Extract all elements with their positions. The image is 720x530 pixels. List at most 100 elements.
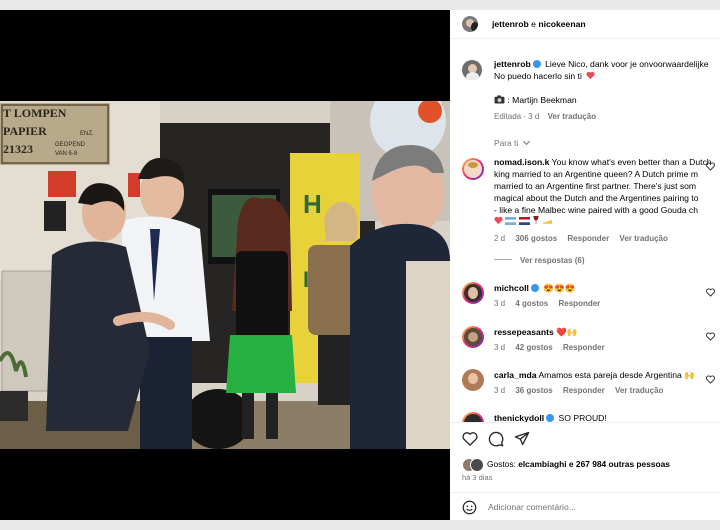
see-translation-link[interactable]: Ver tradução [615, 386, 663, 395]
post-side-panel: jettenrob e nicokeenan jettenrob Lieve N… [450, 10, 720, 520]
post-media: T LOMPEN PAPIER 21323 ENZ. GEOPEND VAN 6… [0, 10, 450, 520]
cheese-icon [542, 220, 552, 224]
post-authors: jettenrob e nicokeenan [492, 18, 586, 30]
avatar[interactable] [462, 16, 478, 32]
view-replies-button[interactable]: Ver respostas (6) [494, 256, 584, 265]
like-icon[interactable] [462, 431, 478, 451]
reply-button[interactable]: Responder [563, 343, 605, 352]
heart-emoji-icon [494, 216, 503, 225]
wine-glass-icon [533, 216, 539, 225]
netherlands-flag-icon [518, 217, 530, 225]
see-translation-link[interactable]: Ver tradução [548, 112, 596, 121]
comment-username[interactable]: nomad.ison.k [494, 157, 549, 167]
avatar[interactable] [470, 458, 484, 472]
comment-likes[interactable]: 306 gostos [515, 234, 557, 243]
comment-meta: 2 d 306 gostos Responder Ver tradução [494, 234, 668, 243]
avatar[interactable] [462, 369, 484, 391]
comment-meta: 3 d 36 gostos Responder Ver tradução [494, 386, 663, 395]
comment-time: 3 d [494, 343, 506, 352]
caption-username[interactable]: jettenrob [494, 59, 531, 69]
avatar[interactable] [462, 326, 484, 348]
comment-emojis [494, 216, 552, 228]
likes-prefix: Gostos: [487, 459, 519, 469]
reply-button[interactable]: Responder [563, 386, 605, 395]
svg-text:T LOMPEN: T LOMPEN [3, 106, 67, 120]
like-comment-icon[interactable] [706, 284, 715, 297]
chevron-down-icon [522, 137, 530, 146]
caption-edited: Editada · 3 d [494, 112, 540, 121]
verified-icon [546, 414, 555, 422]
share-icon[interactable] [514, 431, 530, 451]
emoji-icon[interactable] [462, 500, 477, 520]
comment-line: carla_mda Amamos esta pareja desde Argen… [494, 369, 695, 381]
avatar[interactable] [462, 158, 484, 180]
reply-button[interactable]: Responder [567, 234, 609, 243]
photo-illustration: T LOMPEN PAPIER 21323 ENZ. GEOPEND VAN 6… [0, 101, 450, 449]
reply-button[interactable]: Responder [559, 299, 601, 308]
like-comment-icon[interactable] [706, 328, 715, 341]
comment-time: 2 d [494, 234, 506, 243]
instagram-post-window: T LOMPEN PAPIER 21323 ENZ. GEOPEND VAN 6… [0, 0, 720, 530]
comment-likes[interactable]: 36 gostos [515, 386, 552, 395]
avatar[interactable] [462, 282, 484, 304]
likes-count-link[interactable]: e 267 984 outras pessoas [567, 459, 670, 469]
author-link-2[interactable]: nicokeenan [538, 19, 585, 29]
comment-time: 3 d [494, 386, 506, 395]
comment-text: Amamos esta pareja desde Argentina 🙌 [538, 370, 695, 380]
caption-text-2: No puedo hacerlo sin ti [494, 71, 582, 81]
for-you-label: Para ti [494, 138, 519, 148]
verified-icon [532, 60, 541, 68]
post-header: jettenrob e nicokeenan [450, 10, 720, 39]
like-comment-icon[interactable] [706, 158, 715, 171]
svg-text:GEOPEND: GEOPEND [55, 142, 86, 148]
comment-username[interactable]: ressepeasants [494, 327, 554, 337]
author-link-1[interactable]: jettenrob [492, 19, 529, 29]
post-time: há 3 dias [462, 473, 493, 482]
comment-username[interactable]: michcoll [494, 283, 529, 293]
comment-meta: 3 d 42 gostos Responder [494, 343, 605, 352]
svg-text:H: H [303, 189, 322, 219]
comment-icon[interactable] [488, 431, 504, 452]
caption-meta: Editada · 3 d Ver tradução [494, 112, 596, 121]
comment-line: magical about the Dutch and the Argentin… [494, 193, 699, 203]
verified-icon [530, 284, 539, 292]
camera-icon [494, 95, 505, 104]
comment-text: 😍😍😍 [543, 283, 576, 293]
comment-line: ressepeasants ❤️🙌 [494, 326, 578, 338]
svg-text:VAN 6-8: VAN 6-8 [55, 151, 78, 157]
comment-line: - like a fine Malbec wine paired with a … [494, 205, 698, 215]
credit-text: : Martijn Beekman [507, 95, 577, 105]
comment-line: king married to an Argentine queen? A Du… [494, 169, 698, 179]
for-you-filter[interactable]: Para ti [494, 137, 530, 148]
comment-likes[interactable]: 42 gostos [515, 343, 552, 352]
heart-emoji-icon [586, 71, 595, 80]
caption-line-1: jettenrob Lieve Nico, dank voor je onvoo… [494, 58, 709, 70]
comment-time: 3 d [494, 299, 506, 308]
comment-username[interactable]: carla_mda [494, 370, 537, 380]
comment-line: married to an Argentine first partner. T… [494, 181, 697, 191]
comment-meta: 3 d 4 gostos Responder [494, 299, 600, 308]
post-photo[interactable]: T LOMPEN PAPIER 21323 ENZ. GEOPEND VAN 6… [0, 101, 450, 449]
author-separator: e [528, 19, 539, 29]
replies-line [494, 259, 512, 260]
comment-line: nomad.ison.k You know what's even better… [494, 156, 712, 168]
likes-summary: Gostos: elcambiaghi e 267 984 outras pes… [487, 458, 670, 470]
comment-input[interactable]: Adicionar comentário... [488, 501, 576, 513]
see-translation-link[interactable]: Ver tradução [619, 234, 667, 243]
svg-text:ENZ.: ENZ. [80, 131, 94, 137]
comment-text: ❤️🙌 [556, 327, 578, 337]
comment-line: michcoll 😍😍😍 [494, 282, 575, 294]
avatar[interactable] [462, 60, 482, 80]
view-replies-label: Ver respostas (6) [520, 256, 585, 265]
like-comment-icon[interactable] [706, 371, 715, 384]
caption-line-2: No puedo hacerlo sin ti [494, 70, 595, 82]
add-comment-bar: Adicionar comentário... [450, 492, 720, 520]
comment-text: You know what's even better than a Dutch [551, 157, 712, 167]
likes-user-link[interactable]: elcambiaghi [518, 459, 566, 469]
caption-text: Lieve Nico, dank voor je onvoorwaardelij… [545, 59, 709, 69]
svg-text:21323: 21323 [3, 142, 33, 156]
argentina-flag-icon [505, 217, 517, 225]
caption-credit: : Martijn Beekman [494, 94, 577, 106]
comment-likes[interactable]: 4 gostos [515, 299, 548, 308]
svg-text:PAPIER: PAPIER [3, 124, 47, 138]
